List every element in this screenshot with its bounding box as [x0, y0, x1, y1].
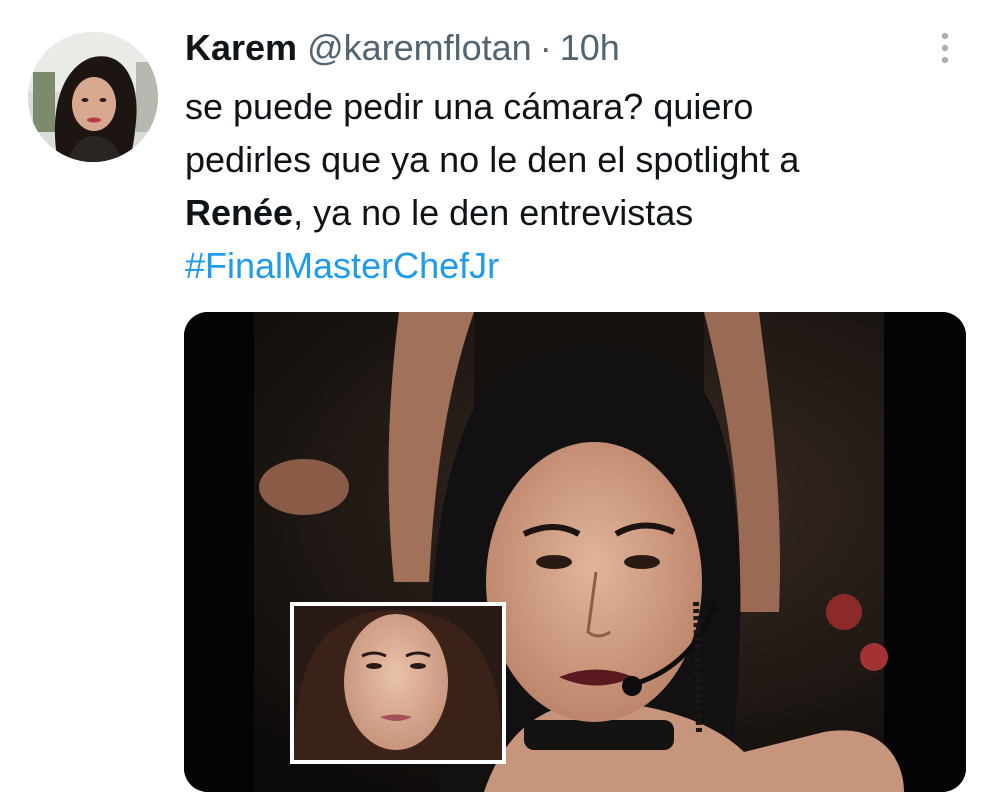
- bold-name: Renée: [185, 192, 294, 233]
- inset-portrait-photo: [290, 602, 506, 764]
- hashtag-link[interactable]: #FinalMasterChefJr: [185, 239, 965, 292]
- header-separator: ·: [539, 27, 552, 68]
- tweet-media-photo[interactable]: [184, 312, 966, 792]
- author-display-name[interactable]: Karem: [185, 24, 297, 72]
- more-vertical-icon[interactable]: [930, 30, 960, 66]
- tweet-timestamp[interactable]: 10h: [560, 24, 620, 72]
- author-handle[interactable]: @karemflotan: [307, 24, 532, 72]
- tweet-text-line-3: Renée, ya no le den entrevistas: [185, 186, 965, 239]
- tweet-card[interactable]: Karem @karemflotan · 10h se puede pedir …: [0, 0, 994, 800]
- avatar[interactable]: [28, 32, 158, 162]
- avatar-photo: [28, 32, 158, 162]
- tweet-text-line-1: se puede pedir una cámara? quiero: [185, 86, 754, 127]
- tweet-text: se puede pedir una cámara? quiero pedirl…: [185, 80, 965, 292]
- media-image: [184, 312, 966, 792]
- tweet-text-line-3-rest: , ya no le den entrevistas: [293, 192, 694, 233]
- tweet-header: Karem @karemflotan · 10h: [185, 24, 620, 72]
- tweet-text-line-2: pedirles que ya no le den el spotlight a: [185, 139, 800, 180]
